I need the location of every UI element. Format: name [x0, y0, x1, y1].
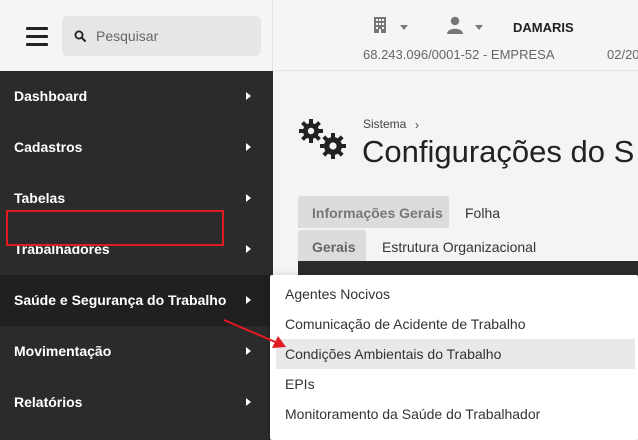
gears-icon: [299, 119, 346, 159]
submenu-item-label: EPIs: [285, 376, 315, 392]
submenu-item-label: Agentes Nocivos: [285, 286, 391, 302]
app-root: Dashboard Cadastros Tabelas Trabalhadore…: [0, 0, 638, 440]
submenu-saude-seguranca: Agentes Nocivos Comunicação de Acidente …: [270, 275, 638, 440]
menu-icon[interactable]: [26, 27, 48, 46]
caret-down-icon[interactable]: [400, 25, 408, 30]
chevron-right-icon: [246, 347, 251, 355]
sidebar-item-label: Cadastros: [14, 139, 83, 155]
sidebar-header: [0, 0, 273, 71]
company-id: 68.243.096/0001-52 - EMPRESA: [363, 47, 555, 62]
submenu-item-label: Comunicação de Acidente de Trabalho: [285, 316, 526, 332]
sidebar-item-relatorios[interactable]: Relatórios: [0, 377, 273, 428]
search-box[interactable]: [62, 16, 261, 56]
highlight-box: [6, 210, 224, 246]
tab-informacoes-gerais[interactable]: Informações Gerais: [298, 196, 449, 228]
chevron-right-icon: [246, 143, 251, 151]
chevron-right-icon: [246, 194, 251, 202]
sidebar-item-label: Movimentação: [14, 343, 112, 359]
sidebar-item-dashboard[interactable]: Dashboard: [0, 71, 273, 122]
sidebar-item-movimentacao[interactable]: Movimentação: [0, 326, 273, 377]
page-title: Configurações do S: [362, 134, 635, 169]
submenu-item-label: Monitoramento da Saúde do Trabalhador: [285, 406, 541, 422]
date-label: 02/20: [607, 47, 638, 62]
tab-estrutura-organizacional[interactable]: Estrutura Organizacional: [368, 230, 558, 262]
tab-label: Estrutura Organizacional: [382, 239, 537, 255]
search-icon: [74, 30, 86, 42]
sidebar-item-label: Relatórios: [14, 394, 83, 410]
tab-gerais[interactable]: Gerais: [298, 230, 366, 262]
chevron-right-icon: [246, 245, 251, 253]
tab-label: Gerais: [312, 239, 356, 255]
chevron-right-icon: [246, 398, 251, 406]
caret-down-icon[interactable]: [475, 25, 483, 30]
tab-label: Informações Gerais: [312, 205, 443, 221]
user-icon[interactable]: [447, 16, 463, 34]
building-icon[interactable]: [373, 17, 387, 33]
chevron-right-icon: [246, 92, 251, 100]
submenu-item-monitoramento-saude[interactable]: Monitoramento da Saúde do Trabalhador: [276, 399, 635, 429]
sidebar-item-label: Dashboard: [14, 88, 88, 104]
submenu-item-comunicacao-acidente[interactable]: Comunicação de Acidente de Trabalho: [276, 309, 635, 339]
breadcrumb[interactable]: Sistema: [363, 117, 406, 131]
breadcrumb-separator: ›: [415, 118, 419, 132]
sidebar-item-cadastros[interactable]: Cadastros: [0, 122, 273, 173]
sidebar-item-label: Saúde e Segurança do Trabalho: [14, 292, 227, 308]
tab-label: Folha: [465, 205, 501, 221]
sidebar-nav: Dashboard Cadastros Tabelas Trabalhadore…: [0, 71, 273, 428]
chevron-right-icon: [246, 296, 251, 304]
submenu-item-agentes-nocivos[interactable]: Agentes Nocivos: [276, 279, 635, 309]
submenu-item-epis[interactable]: EPIs: [276, 369, 635, 399]
submenu-item-label: Condições Ambientais do Trabalho: [285, 346, 502, 362]
sidebar-item-saude-seguranca[interactable]: Saúde e Segurança do Trabalho: [0, 275, 273, 326]
user-name: DAMARIS: [513, 20, 574, 35]
sidebar-item-label: Tabelas: [14, 190, 66, 206]
top-header: DAMARIS 68.243.096/0001-52 - EMPRESA 02/…: [273, 0, 638, 71]
tab-folha[interactable]: Folha: [451, 196, 521, 228]
search-input[interactable]: [96, 26, 251, 46]
submenu-item-condicoes-ambientais[interactable]: Condições Ambientais do Trabalho: [276, 339, 635, 369]
